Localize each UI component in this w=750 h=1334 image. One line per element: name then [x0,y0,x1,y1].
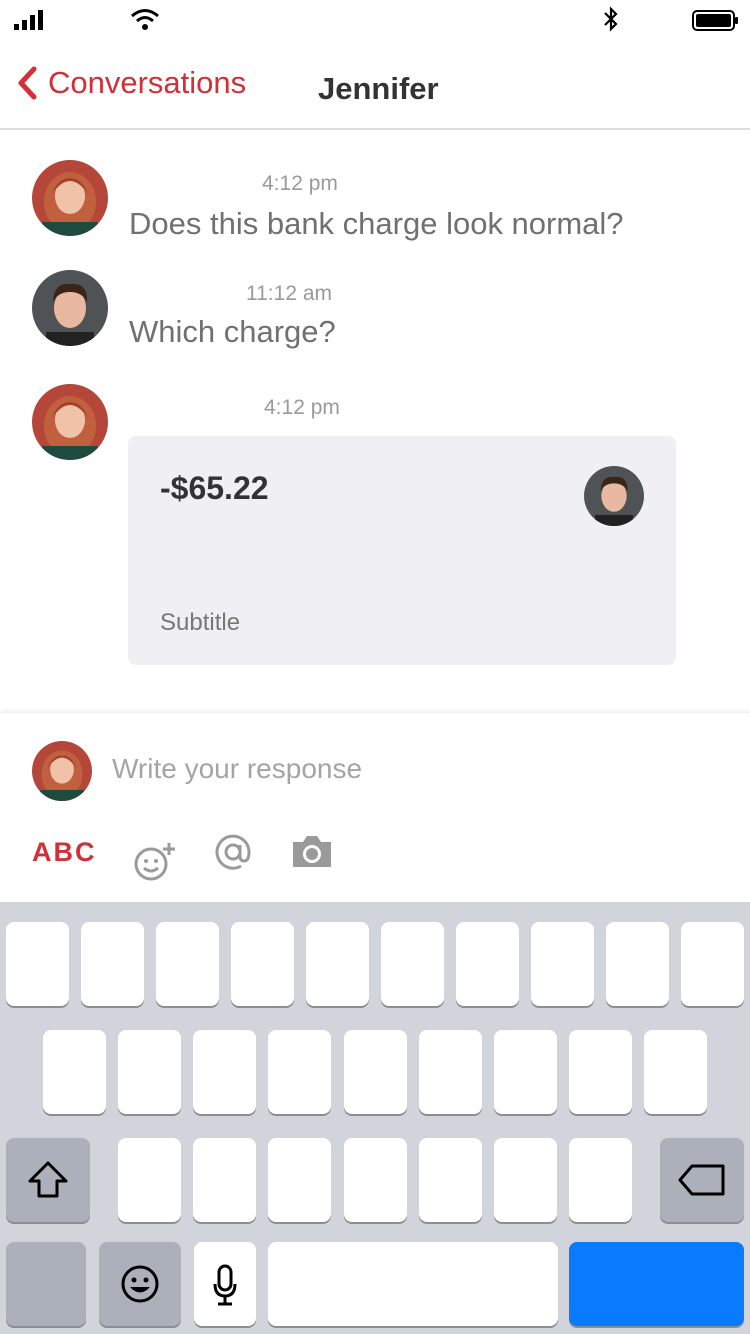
chevron-left-icon [18,66,37,100]
keyboard-key[interactable] [306,922,369,1006]
keyboard-key[interactable] [456,922,519,1006]
keyboard-key[interactable] [156,922,219,1006]
keyboard-key[interactable] [193,1030,256,1114]
keyboard-key[interactable] [531,922,594,1006]
keyboard-key[interactable] [118,1138,181,1222]
message-timestamp: 4:12 pm [264,396,340,419]
keyboard-key[interactable] [569,1030,632,1114]
keyboard-key[interactable] [381,922,444,1006]
message-timestamp: 11:12 am [246,282,332,305]
keyboard-key[interactable] [268,1030,331,1114]
transaction-card[interactable]: -$65.22 Subtitle [128,436,676,665]
keyboard-key[interactable] [344,1138,407,1222]
shift-key[interactable] [6,1138,90,1222]
keyboard [0,902,750,1334]
keyboard-key[interactable] [231,922,294,1006]
shift-icon [28,1161,68,1198]
keyboard-key[interactable] [419,1138,482,1222]
delete-key[interactable] [660,1138,744,1222]
avatar-jennifer[interactable] [32,384,108,460]
avatar-jennifer[interactable] [32,160,108,236]
keyboard-key[interactable] [681,922,744,1006]
numbers-key[interactable] [6,1242,86,1326]
keyboard-key[interactable] [81,922,144,1006]
message-text: Does this bank charge look normal? [129,206,624,241]
keyboard-key[interactable] [606,922,669,1006]
status-bar [0,0,750,40]
emoji-add-icon[interactable] [133,841,177,883]
keyboard-key[interactable] [193,1138,256,1222]
composer-avatar [32,741,92,801]
keyboard-key[interactable] [644,1030,707,1114]
battery-icon [692,10,738,31]
message-text: Which charge? [129,314,336,349]
keyboard-key[interactable] [419,1030,482,1114]
response-input[interactable] [112,753,712,785]
emoji-icon [121,1265,159,1303]
keyboard-key[interactable] [43,1030,106,1114]
card-avatar [584,466,644,526]
avatar-contact[interactable] [32,270,108,346]
wifi-icon [131,9,159,30]
space-key[interactable] [268,1242,558,1326]
navigation-bar: Conversations Jennifer [0,40,750,130]
mention-icon[interactable] [214,833,252,871]
signal-icon [14,10,43,30]
back-button[interactable]: Conversations [16,65,246,101]
text-format-button[interactable]: ABC [32,837,97,868]
keyboard-key[interactable] [494,1030,557,1114]
return-key[interactable] [569,1242,744,1326]
keyboard-key[interactable] [344,1030,407,1114]
transaction-amount: -$65.22 [160,470,269,506]
composer: ABC [0,712,750,903]
keyboard-key[interactable] [118,1030,181,1114]
keyboard-key[interactable] [569,1138,632,1222]
conversation-title: Jennifer [318,71,439,106]
keyboard-key[interactable] [494,1138,557,1222]
bluetooth-icon [604,6,618,32]
camera-icon[interactable] [291,833,333,869]
message-timestamp: 4:12 pm [262,172,338,195]
back-label: Conversations [48,65,247,100]
dictation-key[interactable] [194,1242,256,1326]
keyboard-key[interactable] [268,1138,331,1222]
backspace-icon [678,1164,725,1196]
transaction-subtitle: Subtitle [160,609,241,636]
microphone-icon [213,1264,237,1306]
emoji-key[interactable] [99,1242,181,1326]
keyboard-key[interactable] [6,922,69,1006]
